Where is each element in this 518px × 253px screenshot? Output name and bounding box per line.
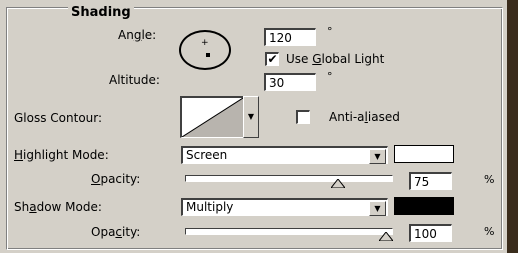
angle-dial[interactable]: + [179, 30, 231, 70]
shadow-color-swatch[interactable] [394, 197, 454, 215]
shadow-opacity-unit: % [484, 225, 495, 238]
contour-dropdown-arrow-icon[interactable]: ▼ [243, 96, 259, 138]
contour-curve-icon [182, 98, 243, 137]
anti-aliased-checkbox[interactable] [296, 110, 310, 124]
angle-label: Angle: [118, 28, 157, 42]
dial-crosshair-icon: + [201, 38, 209, 48]
shadow-mode-value: Multiply [186, 200, 234, 214]
chevron-down-icon: ▼ [369, 201, 386, 216]
highlight-mode-select[interactable]: Screen ▼ [181, 146, 388, 164]
group-title: Shading [68, 6, 134, 20]
highlight-opacity-unit: % [484, 173, 495, 186]
angle-input[interactable]: 120 [264, 28, 316, 46]
altitude-input[interactable]: 30 [264, 73, 316, 91]
highlight-mode-label: Highlight Mode: [14, 148, 109, 162]
highlight-opacity-input[interactable]: 75 [409, 172, 452, 190]
use-global-light-checkbox[interactable]: ✔ [265, 52, 279, 66]
slider-thumb-icon[interactable] [379, 232, 393, 241]
slider-track [185, 175, 393, 182]
altitude-unit: ° [327, 70, 333, 83]
angle-unit: ° [327, 25, 333, 38]
slider-track [185, 228, 393, 235]
shadow-mode-label: Shadow Mode: [14, 200, 102, 214]
highlight-color-swatch[interactable] [394, 145, 454, 163]
highlight-opacity-label: Opacity: [91, 172, 141, 186]
shadow-mode-select[interactable]: Multiply ▼ [181, 198, 388, 216]
shading-panel: Shading Angle: + 120 ° ✔ Use Global Ligh… [0, 0, 507, 253]
highlight-opacity-slider[interactable] [185, 172, 393, 194]
shadow-opacity-input[interactable]: 100 [409, 224, 452, 242]
gloss-contour-label: Gloss Contour: [14, 111, 103, 125]
shadow-opacity-label: Opacity: [91, 225, 141, 239]
dial-center-dot [206, 53, 210, 57]
highlight-mode-value: Screen [186, 148, 228, 162]
shadow-opacity-slider[interactable] [185, 225, 393, 247]
chevron-down-icon: ▼ [369, 149, 386, 164]
altitude-label: Altitude: [109, 73, 160, 87]
slider-thumb-icon[interactable] [331, 179, 345, 188]
anti-aliased-label: Anti-aliased [329, 110, 400, 124]
use-global-light-label: Use Global Light [286, 52, 385, 66]
